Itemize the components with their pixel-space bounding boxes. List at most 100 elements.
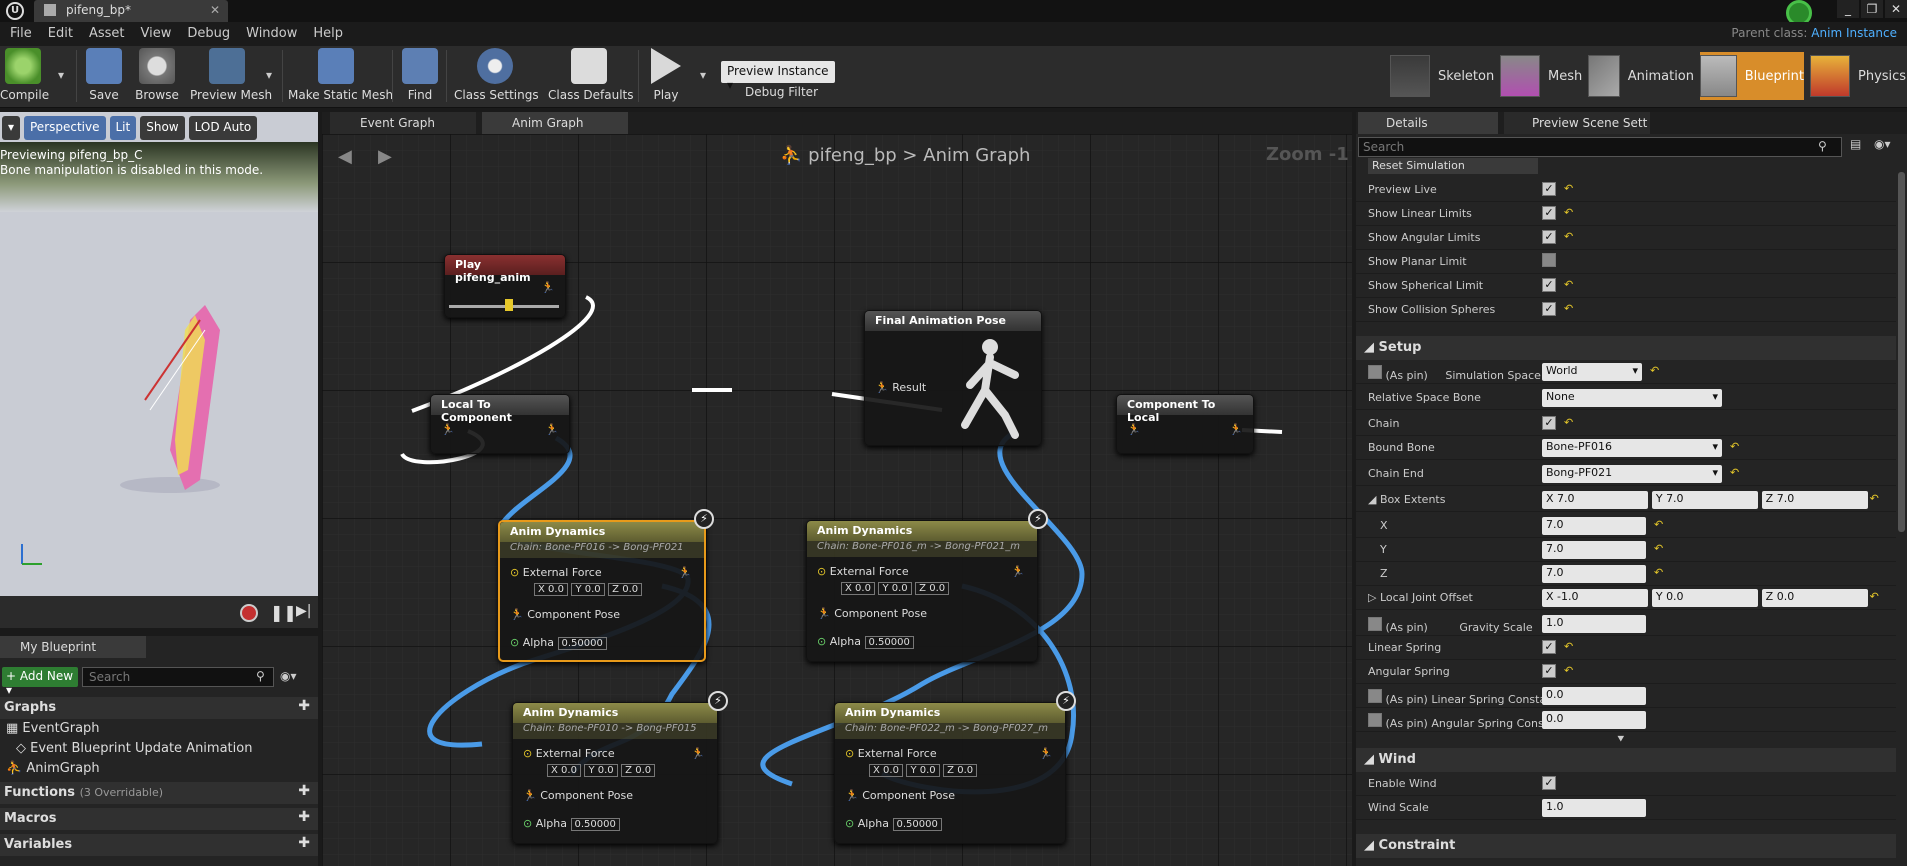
box-extents-z[interactable]: Z 7.0 <box>1761 491 1868 509</box>
find-button[interactable]: Find <box>402 48 438 104</box>
force-x[interactable]: X 0.0 <box>547 764 581 777</box>
close-window-icon[interactable]: ✕ <box>1885 0 1907 18</box>
mode-mesh[interactable]: Mesh <box>1500 52 1590 100</box>
component-pose-pin[interactable]: 🏃 Component Pose <box>817 607 927 620</box>
linear-spring-constant-value[interactable]: 0.0 <box>1542 687 1646 705</box>
constraint-section[interactable]: ◢ Constraint <box>1356 834 1896 858</box>
reset-icon[interactable]: ↶ <box>1564 206 1573 219</box>
event-update-item[interactable]: ◇ Event Blueprint Update Animation <box>16 741 252 756</box>
result-pin[interactable]: 🏃 Result <box>875 381 926 394</box>
gravity-scale-value[interactable]: 1.0 <box>1542 615 1646 633</box>
my-blueprint-search-input[interactable]: Search <box>82 667 274 687</box>
compile-options-icon[interactable]: ▾ <box>58 68 64 82</box>
step-forward-icon[interactable]: ▶| <box>296 603 311 619</box>
box-y-value[interactable]: 7.0 <box>1542 541 1646 559</box>
setup-section[interactable]: ◢ Setup <box>1356 336 1896 360</box>
alpha-pin[interactable]: ⊙ Alpha 0.50000 <box>510 636 607 650</box>
my-blueprint-tab[interactable]: My Blueprint <box>0 636 146 658</box>
tab-anim-graph[interactable]: Anim Graph <box>482 112 628 134</box>
breadcrumb-blueprint[interactable]: pifeng_bp <box>808 145 897 166</box>
force-y[interactable]: Y 0.0 <box>584 764 618 777</box>
reset-icon[interactable]: ↶ <box>1654 518 1663 531</box>
reset-icon[interactable]: ↶ <box>1870 492 1879 505</box>
ljo-y[interactable]: Y 0.0 <box>1651 589 1758 607</box>
anim-dynamics-node[interactable]: Anim Dynamics Chain: Bone-PF016_m -> Bon… <box>806 520 1038 662</box>
tab-details[interactable]: Details <box>1358 112 1498 134</box>
angular-spring-constant-value[interactable]: 0.0 <box>1542 711 1646 729</box>
debug-object-select[interactable]: Preview Instance ▾ <box>721 61 835 92</box>
as-pin-checkbox[interactable] <box>1368 617 1382 631</box>
add-graph-icon[interactable]: ✚ <box>298 698 310 714</box>
pose-out-pin[interactable]: 🏃 <box>545 423 559 436</box>
pose-out-pin[interactable]: 🏃 <box>1229 423 1243 436</box>
back-arrow-icon[interactable]: ◀ <box>338 146 352 167</box>
linear-spring-checkbox[interactable]: ✓ <box>1542 640 1556 654</box>
graphs-section[interactable]: Graphs ✚ <box>0 697 318 719</box>
lit-button[interactable]: Lit <box>109 116 137 140</box>
forward-arrow-icon[interactable]: ▶ <box>378 146 392 167</box>
pose-out-pin[interactable]: 🏃 <box>678 566 692 579</box>
alpha-pin[interactable]: ⊙ Alpha 0.50000 <box>523 817 620 831</box>
macros-section[interactable]: Macros ✚ <box>0 808 318 830</box>
tab-preview-scene-settings[interactable]: Preview Scene Sett <box>1504 112 1650 134</box>
component-pose-pin[interactable]: 🏃 Component Pose <box>523 789 633 802</box>
viewport-menu-button[interactable]: ▾ <box>2 116 20 140</box>
show-linear-checkbox[interactable]: ✓ <box>1542 206 1556 220</box>
pose-in-pin[interactable]: 🏃 <box>441 423 455 436</box>
save-button[interactable]: Save <box>86 48 122 104</box>
record-icon[interactable] <box>240 604 258 622</box>
force-z[interactable]: Z 0.0 <box>915 582 950 595</box>
preview-mesh-dropdown-icon[interactable]: ▾ <box>266 68 272 82</box>
menu-asset[interactable]: Asset <box>81 22 133 46</box>
reset-icon[interactable]: ↶ <box>1564 664 1573 677</box>
enable-wind-checkbox[interactable]: ✓ <box>1542 776 1556 790</box>
reset-icon[interactable]: ↶ <box>1650 364 1659 377</box>
add-variable-icon[interactable]: ✚ <box>298 835 310 851</box>
add-function-icon[interactable]: ✚ <box>298 783 310 799</box>
angular-spring-checkbox[interactable]: ✓ <box>1542 664 1556 678</box>
play-progress-handle[interactable] <box>505 299 513 311</box>
anim-dynamics-node[interactable]: Anim Dynamics Chain: Bone-PF022_m -> Bon… <box>834 702 1066 844</box>
pose-in-pin[interactable]: 🏃 <box>1127 423 1141 436</box>
property-matrix-icon[interactable]: ▤ <box>1850 137 1861 151</box>
bound-bone-select[interactable]: Bone-PF016 <box>1542 439 1722 457</box>
event-graph-item[interactable]: ▦ EventGraph <box>6 721 100 736</box>
reset-icon[interactable]: ↶ <box>1564 416 1573 429</box>
force-y[interactable]: Y 0.0 <box>878 582 912 595</box>
reset-icon[interactable]: ↶ <box>1654 542 1663 555</box>
menu-debug[interactable]: Debug <box>179 22 238 46</box>
preview-live-checkbox[interactable]: ✓ <box>1542 182 1556 196</box>
reset-icon[interactable]: ↶ <box>1564 230 1573 243</box>
pose-out-pin[interactable]: 🏃 <box>691 747 705 760</box>
menu-edit[interactable]: Edit <box>40 22 81 46</box>
browse-button[interactable]: Browse <box>134 48 180 104</box>
reset-simulation-button[interactable]: Reset Simulation <box>1368 158 1538 174</box>
alpha-pin[interactable]: ⊙ Alpha 0.50000 <box>817 635 914 649</box>
class-defaults-button[interactable]: Class Defaults <box>548 48 633 104</box>
relative-space-bone-select[interactable]: None <box>1542 389 1722 407</box>
menu-file[interactable]: File <box>2 22 40 46</box>
show-angular-checkbox[interactable]: ✓ <box>1542 230 1556 244</box>
show-spherical-checkbox[interactable]: ✓ <box>1542 278 1556 292</box>
expand-advanced-icon[interactable]: ⯆ <box>1616 732 1626 747</box>
force-z[interactable]: Z 0.0 <box>608 583 643 596</box>
class-settings-button[interactable]: Class Settings <box>454 48 539 104</box>
simulation-space-select[interactable]: World <box>1542 363 1642 381</box>
pose-out-pin[interactable]: 🏃 <box>1039 747 1053 760</box>
external-force-pin[interactable]: ⊙ External Force <box>510 566 602 579</box>
play-button[interactable]: Play <box>646 48 686 104</box>
as-pin-checkbox[interactable] <box>1368 365 1382 379</box>
breadcrumb-graph[interactable]: Anim Graph <box>923 145 1030 166</box>
component-pose-pin[interactable]: 🏃 Component Pose <box>510 608 620 621</box>
alpha-value[interactable]: 0.50000 <box>892 818 942 831</box>
final-animation-pose-node[interactable]: Final Animation Pose 🏃 Result <box>864 310 1042 446</box>
reset-icon[interactable]: ↶ <box>1870 590 1879 603</box>
reset-icon[interactable]: ↶ <box>1564 302 1573 315</box>
external-force-values[interactable]: X 0.0 Y 0.0 Z 0.0 <box>869 763 978 777</box>
mode-skeleton[interactable]: Skeleton <box>1390 52 1512 100</box>
reset-icon[interactable]: ↶ <box>1730 440 1739 453</box>
mode-blueprint[interactable]: Blueprint <box>1700 52 1804 100</box>
chain-checkbox[interactable]: ✓ <box>1542 416 1556 430</box>
lod-button[interactable]: LOD Auto <box>188 116 258 140</box>
external-force-values[interactable]: X 0.0 Y 0.0 Z 0.0 <box>547 763 656 777</box>
